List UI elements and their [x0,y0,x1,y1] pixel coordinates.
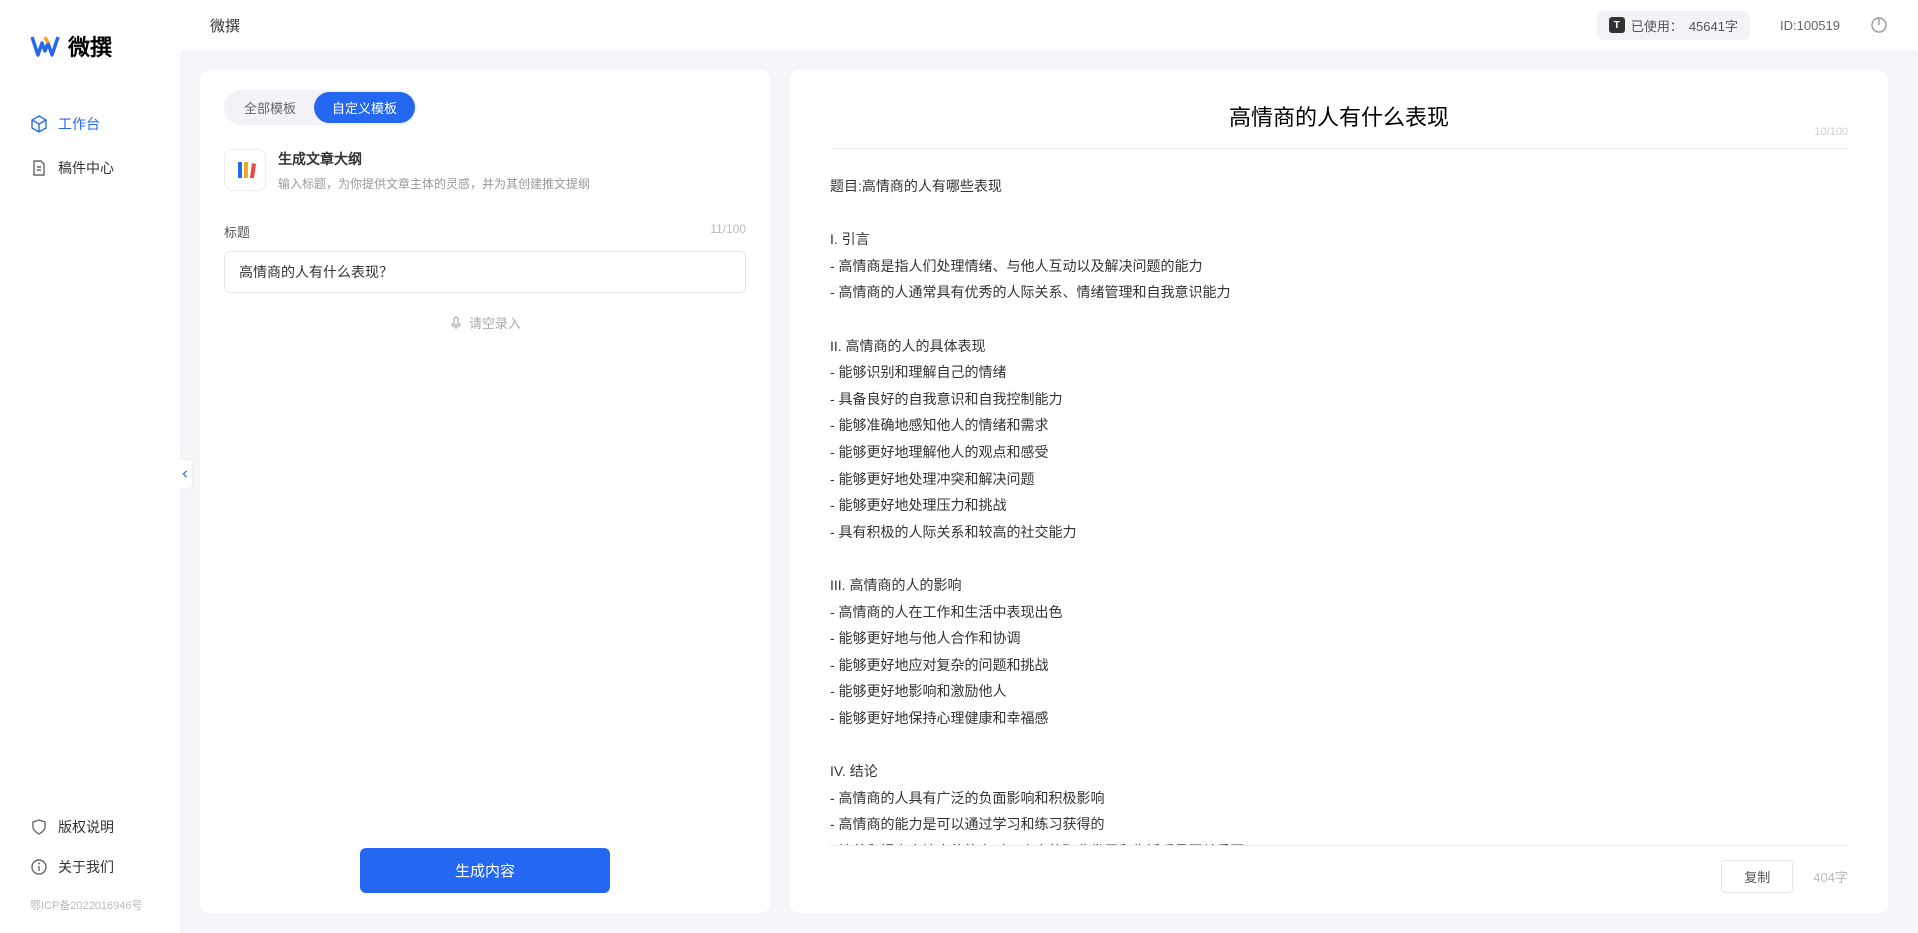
output-body[interactable]: 题目:高情商的人有哪些表现 I. 引言 - 高情商是指人们处理情绪、与他人互动以… [830,149,1848,845]
output-panel: 高情商的人有什么表现 10/100 题目:高情商的人有哪些表现 I. 引言 - … [790,70,1888,913]
template-info: 生成文章大纲 输入标题，为你提供文章主体的灵感，并为其创建推文提纲 [278,149,746,192]
content: 全部模板 自定义模板 生成文章大纲 输入标题，为你提供文章主体的灵感，并为其创建… [180,50,1918,933]
nav-label: 稿件中心 [58,158,114,178]
tab-custom-templates[interactable]: 自定义模板 [314,92,415,123]
usage-value: 45641字 [1689,16,1738,35]
output-title: 高情商的人有什么表现 [1229,100,1449,132]
template-name: 生成文章大纲 [278,149,746,169]
usage-label: 已使用： [1631,16,1683,35]
nav-item-workbench[interactable]: 工作台 [0,102,180,146]
page-title: 微撰 [210,15,240,36]
nav-item-drafts[interactable]: 稿件中心 [0,146,180,190]
info-icon [30,858,48,876]
output-top-count: 10/100 [1814,126,1848,138]
user-id: ID:100519 [1780,18,1840,33]
output-header: 高情商的人有什么表现 10/100 [830,100,1848,149]
brand-text: 微撰 [68,30,112,62]
usage-pill[interactable]: T 已使用： 45641字 [1597,11,1750,40]
voice-label: 请空录入 [469,313,521,332]
input-panel: 全部模板 自定义模板 生成文章大纲 输入标题，为你提供文章主体的灵感，并为其创建… [200,70,770,913]
title-field: 标题 11/100 [224,222,746,293]
generate-button[interactable]: 生成内容 [360,848,610,893]
logo-icon [30,31,60,61]
field-label: 标题 [224,222,250,241]
template-tabs: 全部模板 自定义模板 [224,90,417,125]
sidebar: 微撰 工作台 稿件中心 版权说明 [0,0,180,933]
sidebar-collapse-handle[interactable] [178,460,192,488]
topbar-right: T 已使用： 45641字 ID:100519 [1597,11,1888,40]
template-desc: 输入标题，为你提供文章主体的灵感，并为其创建推文提纲 [278,175,746,192]
title-input[interactable] [224,251,746,293]
topbar: 微撰 T 已使用： 45641字 ID:100519 [180,0,1918,50]
word-count: 404字 [1813,867,1848,886]
sidebar-bottom: 版权说明 关于我们 鄂ICP备2022016946号 [0,807,180,913]
text-icon: T [1609,17,1625,33]
nav-item-copyright[interactable]: 版权说明 [0,807,180,847]
icp-text: 鄂ICP备2022016946号 [0,887,180,913]
field-label-row: 标题 11/100 [224,222,746,241]
logo: 微撰 [0,30,180,102]
tab-all-templates[interactable]: 全部模板 [226,92,314,123]
cube-icon [30,115,48,133]
panel-footer: 生成内容 [224,828,746,893]
voice-input-button[interactable]: 请空录入 [224,313,746,332]
copy-button[interactable]: 复制 [1721,860,1793,893]
nav-item-about[interactable]: 关于我们 [0,847,180,887]
nav-label: 版权说明 [58,817,114,837]
shield-icon [30,818,48,836]
char-count: 11/100 [710,222,746,241]
mic-icon [449,316,463,330]
power-icon[interactable] [1870,16,1888,34]
nav-label: 工作台 [58,114,100,134]
doc-icon [30,159,48,177]
nav-label: 关于我们 [58,857,114,877]
nav: 工作台 稿件中心 [0,102,180,807]
template-icon [224,149,266,191]
main: 微撰 T 已使用： 45641字 ID:100519 全部模板 自定 [180,0,1918,933]
template-card: 生成文章大纲 输入标题，为你提供文章主体的灵感，并为其创建推文提纲 [224,149,746,192]
output-footer: 复制 404字 [830,845,1848,893]
